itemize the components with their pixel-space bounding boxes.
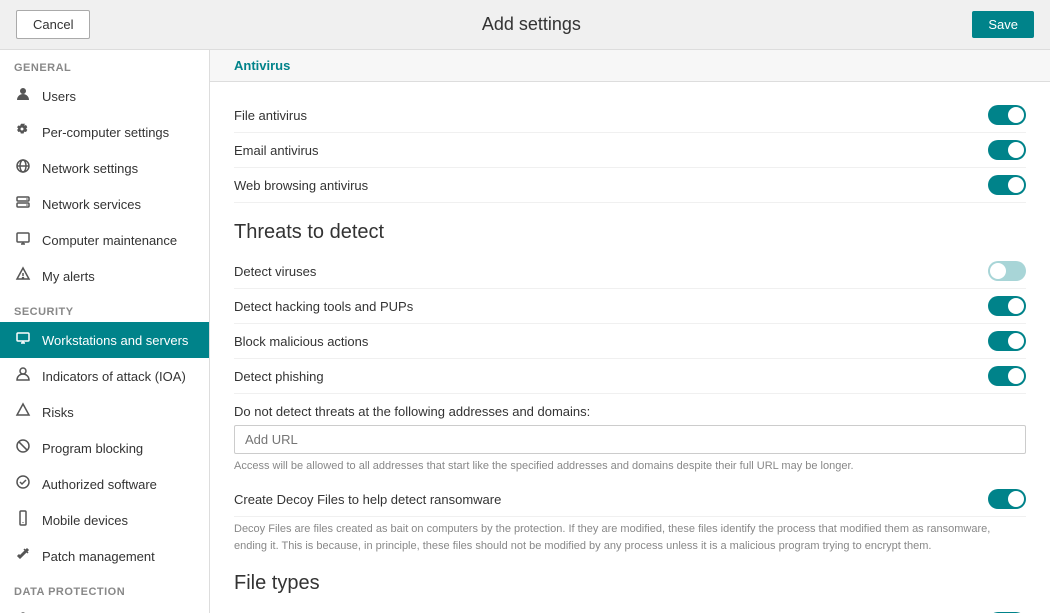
url-hint: Access will be allowed to all addresses … [234, 460, 1026, 472]
sidebar-item-computer-maintenance[interactable]: Computer maintenance [0, 222, 209, 258]
mobile-icon [14, 510, 32, 530]
web-antivirus-toggle[interactable] [988, 175, 1026, 195]
alert-icon [14, 266, 32, 286]
sidebar-label-network-services: Network services [42, 197, 141, 212]
ioa-icon [14, 366, 32, 386]
block-malicious-label: Block malicious actions [234, 334, 368, 349]
email-antivirus-toggle[interactable] [988, 140, 1026, 160]
setting-detect-viruses: Detect viruses [234, 254, 1026, 289]
sidebar-section-security: SECURITY [0, 294, 209, 322]
sidebar-item-users[interactable]: Users [0, 78, 209, 114]
sidebar: GENERAL Users Per-computer settings Netw… [0, 50, 210, 613]
setting-decoy-files: Create Decoy Files to help detect ransom… [234, 482, 1026, 517]
main-layout: GENERAL Users Per-computer settings Netw… [0, 50, 1050, 613]
server-icon [14, 194, 32, 214]
file-types-heading: File types [234, 572, 1026, 595]
sidebar-section-general: GENERAL [0, 50, 209, 78]
sidebar-label-my-alerts: My alerts [42, 269, 95, 284]
sidebar-section-data-protection: DATA PROTECTION [0, 574, 209, 602]
threats-heading: Threats to detect [234, 221, 1026, 244]
sidebar-label-mobile-devices: Mobile devices [42, 513, 128, 528]
sidebar-label-program-blocking: Program blocking [42, 441, 143, 456]
sidebar-item-program-blocking[interactable]: Program blocking [0, 430, 209, 466]
sidebar-label-users: Users [42, 89, 76, 104]
detect-viruses-toggle[interactable] [988, 261, 1026, 281]
tab-label: Antivirus [234, 58, 290, 73]
sidebar-label-patch-management: Patch management [42, 549, 155, 564]
detect-hacking-toggle[interactable] [988, 296, 1026, 316]
workstation-icon [14, 330, 32, 350]
save-button[interactable]: Save [972, 11, 1034, 38]
sidebar-label-workstations: Workstations and servers [42, 333, 188, 348]
setting-detect-phishing: Detect phishing [234, 359, 1026, 394]
detect-phishing-label: Detect phishing [234, 369, 324, 384]
sidebar-item-ioa[interactable]: Indicators of attack (IOA) [0, 358, 209, 394]
setting-detect-hacking: Detect hacking tools and PUPs [234, 289, 1026, 324]
sidebar-item-encryption[interactable]: Encryption [0, 602, 209, 613]
page-title: Add settings [90, 14, 972, 35]
file-antivirus-toggle[interactable] [988, 105, 1026, 125]
url-input[interactable] [245, 432, 1015, 447]
sidebar-item-my-alerts[interactable]: My alerts [0, 258, 209, 294]
globe-icon [14, 158, 32, 178]
setting-file-antivirus: File antivirus [234, 98, 1026, 133]
setting-scan-compressed-emails: Scan compressed files in emails [234, 605, 1026, 613]
decoy-toggle[interactable] [988, 489, 1026, 509]
sidebar-item-patch-management[interactable]: Patch management [0, 538, 209, 574]
sidebar-item-per-computer[interactable]: Per-computer settings [0, 114, 209, 150]
web-antivirus-label: Web browsing antivirus [234, 178, 368, 193]
sidebar-label-risks: Risks [42, 405, 74, 420]
risks-icon [14, 402, 32, 422]
file-types-settings-group: Scan compressed files in emails Scan com… [234, 605, 1026, 613]
url-exclusions-section: Do not detect threats at the following a… [234, 404, 1026, 472]
sidebar-item-authorized-software[interactable]: Authorized software [0, 466, 209, 502]
decoy-label: Create Decoy Files to help detect ransom… [234, 492, 501, 507]
sidebar-item-mobile-devices[interactable]: Mobile devices [0, 502, 209, 538]
top-bar: Cancel Add settings Save [0, 0, 1050, 50]
threats-settings-group: Detect viruses Detect hacking tools and … [234, 254, 1026, 394]
block-malicious-toggle[interactable] [988, 331, 1026, 351]
url-input-container[interactable] [234, 425, 1026, 454]
setting-block-malicious: Block malicious actions [234, 324, 1026, 359]
section-tab: Antivirus [210, 50, 1050, 82]
file-antivirus-label: File antivirus [234, 108, 307, 123]
block-icon [14, 438, 32, 458]
cancel-button[interactable]: Cancel [16, 10, 90, 39]
sidebar-label-computer-maintenance: Computer maintenance [42, 233, 177, 248]
email-antivirus-label: Email antivirus [234, 143, 319, 158]
maintenance-icon [14, 230, 32, 250]
decoy-description: Decoy Files are files created as bait on… [234, 521, 1026, 554]
user-icon [14, 86, 32, 106]
sidebar-label-network-settings: Network settings [42, 161, 138, 176]
detect-hacking-label: Detect hacking tools and PUPs [234, 299, 413, 314]
sidebar-label-ioa: Indicators of attack (IOA) [42, 369, 186, 384]
sidebar-item-network-services[interactable]: Network services [0, 186, 209, 222]
gear-icon [14, 122, 32, 142]
setting-email-antivirus: Email antivirus [234, 133, 1026, 168]
url-label: Do not detect threats at the following a… [234, 404, 1026, 419]
sidebar-label-authorized-software: Authorized software [42, 477, 157, 492]
sidebar-item-network-settings[interactable]: Network settings [0, 150, 209, 186]
antivirus-settings-group: File antivirus Email antivirus Web brows… [234, 98, 1026, 203]
decoy-section: Create Decoy Files to help detect ransom… [234, 482, 1026, 554]
content-inner: File antivirus Email antivirus Web brows… [210, 82, 1050, 613]
sidebar-item-risks[interactable]: Risks [0, 394, 209, 430]
sidebar-label-per-computer: Per-computer settings [42, 125, 169, 140]
detect-viruses-label: Detect viruses [234, 264, 316, 279]
setting-web-antivirus: Web browsing antivirus [234, 168, 1026, 203]
authorized-icon [14, 474, 32, 494]
detect-phishing-toggle[interactable] [988, 366, 1026, 386]
patch-icon [14, 546, 32, 566]
main-content: Antivirus File antivirus Email antivirus [210, 50, 1050, 613]
sidebar-item-workstations[interactable]: Workstations and servers [0, 322, 209, 358]
